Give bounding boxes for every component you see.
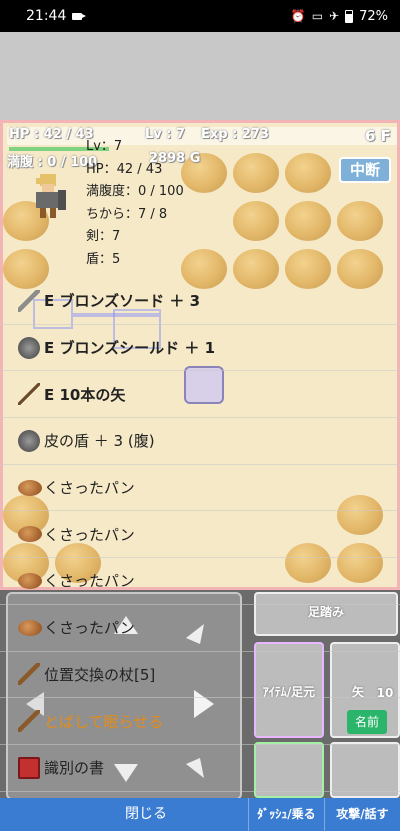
list-item[interactable]: くさったパン [0,605,400,652]
list-item[interactable]: とばして眠らせる [0,698,400,745]
screen: 21:44 ⏰ ▭ ✈ 72% HP: 42 / 43 Lv: 7 Exp … [0,0,400,831]
list-item[interactable]: 位置交換の杖[5] [0,652,400,699]
shield-icon [18,336,40,359]
item-label: くさったパン [44,479,135,498]
bread-icon [18,479,42,496]
list-item[interactable]: くさったパン [0,465,400,512]
item-label: くさったパン [44,572,135,591]
cast-icon: ▭ [311,9,324,23]
item-label: 位置交換の杖[5] [44,665,156,684]
item-label: E 10本の矢 [44,385,126,404]
arrow-icon [18,383,40,406]
list-item[interactable]: 識別の書 [0,745,400,792]
bread-icon [18,572,42,589]
item-list: E ブロンズソード ＋ 3 E ブロンズシールド ＋ 1 E 10本の矢 皮の盾… [0,278,400,792]
hud-hp: HP : 42 / 43 [9,127,94,142]
floor-tile [285,153,331,193]
hero-sprite [36,174,66,218]
list-item[interactable]: E 10本の矢 [0,371,400,419]
floor-tile [285,201,331,241]
sword-icon [18,289,40,312]
item-label: 識別の書 [44,759,105,778]
video-camera-icon [72,12,87,20]
status-time: 21:44 [26,8,67,24]
dash-label[interactable]: ﾀﾞｯｼｭ/乗る [248,798,324,831]
book-icon [18,756,40,779]
stat-power: ちから：7 / 8 [86,206,168,222]
bottom-bar: 閉じる ﾀﾞｯｼｭ/乗る 攻撃/話す [0,798,400,831]
stat-level: Lv：7 [86,139,123,154]
stat-hp: HP：42 / 43 [86,161,163,177]
character-stats: Lv：7 HP：42 / 43 満腹度：0 / 100 ちから：7 / 8 剣：… [86,136,184,271]
item-label: くさったパン [44,619,135,638]
hud-hunger: 満腹 : 0 / 100 [7,155,98,170]
battery-icon [345,9,354,23]
alarm-icon: ⏰ [290,9,306,23]
status-bar: 21:44 ⏰ ▭ ✈ 72% [0,0,400,32]
bread-icon [18,526,42,543]
list-item[interactable]: E ブロンズシールド ＋ 1 [0,325,400,372]
item-label: E ブロンズソード ＋ 3 [44,292,201,311]
shield-icon [18,429,40,452]
list-item[interactable]: 皮の盾 ＋ 3 (腹) [0,418,400,465]
floor-tile [233,201,279,241]
bread-icon [18,619,42,636]
stat-hunger: 満腹度：0 / 100 [86,184,184,199]
item-label: とばして眠らせる [44,712,164,731]
list-item[interactable]: くさったパン [0,511,400,559]
item-label: くさったパン [44,525,135,544]
hud-floor: 6 F [365,127,391,145]
close-button[interactable]: 閉じる [0,798,248,831]
floor-tile [337,201,383,241]
airplane-icon: ✈ [329,9,340,23]
hud-exp: Exp : 273 [201,127,269,142]
staff-icon [18,663,40,686]
list-item[interactable]: E ブロンズソード ＋ 3 [0,278,400,325]
stat-sword: 剣：7 [86,229,121,244]
attack-label[interactable]: 攻撃/話す [324,798,400,831]
floor-tile [233,153,279,193]
top-gray-band [0,32,400,120]
pause-button[interactable]: 中断 [339,157,391,183]
battery-percent: 72% [359,8,388,24]
staff-icon [18,710,40,733]
item-label: 皮の盾 ＋ 3 (腹) [44,432,155,451]
list-item[interactable]: くさったパン [0,558,400,605]
item-label: E ブロンズシールド ＋ 1 [44,339,216,358]
stat-shield: 盾：5 [86,251,121,267]
